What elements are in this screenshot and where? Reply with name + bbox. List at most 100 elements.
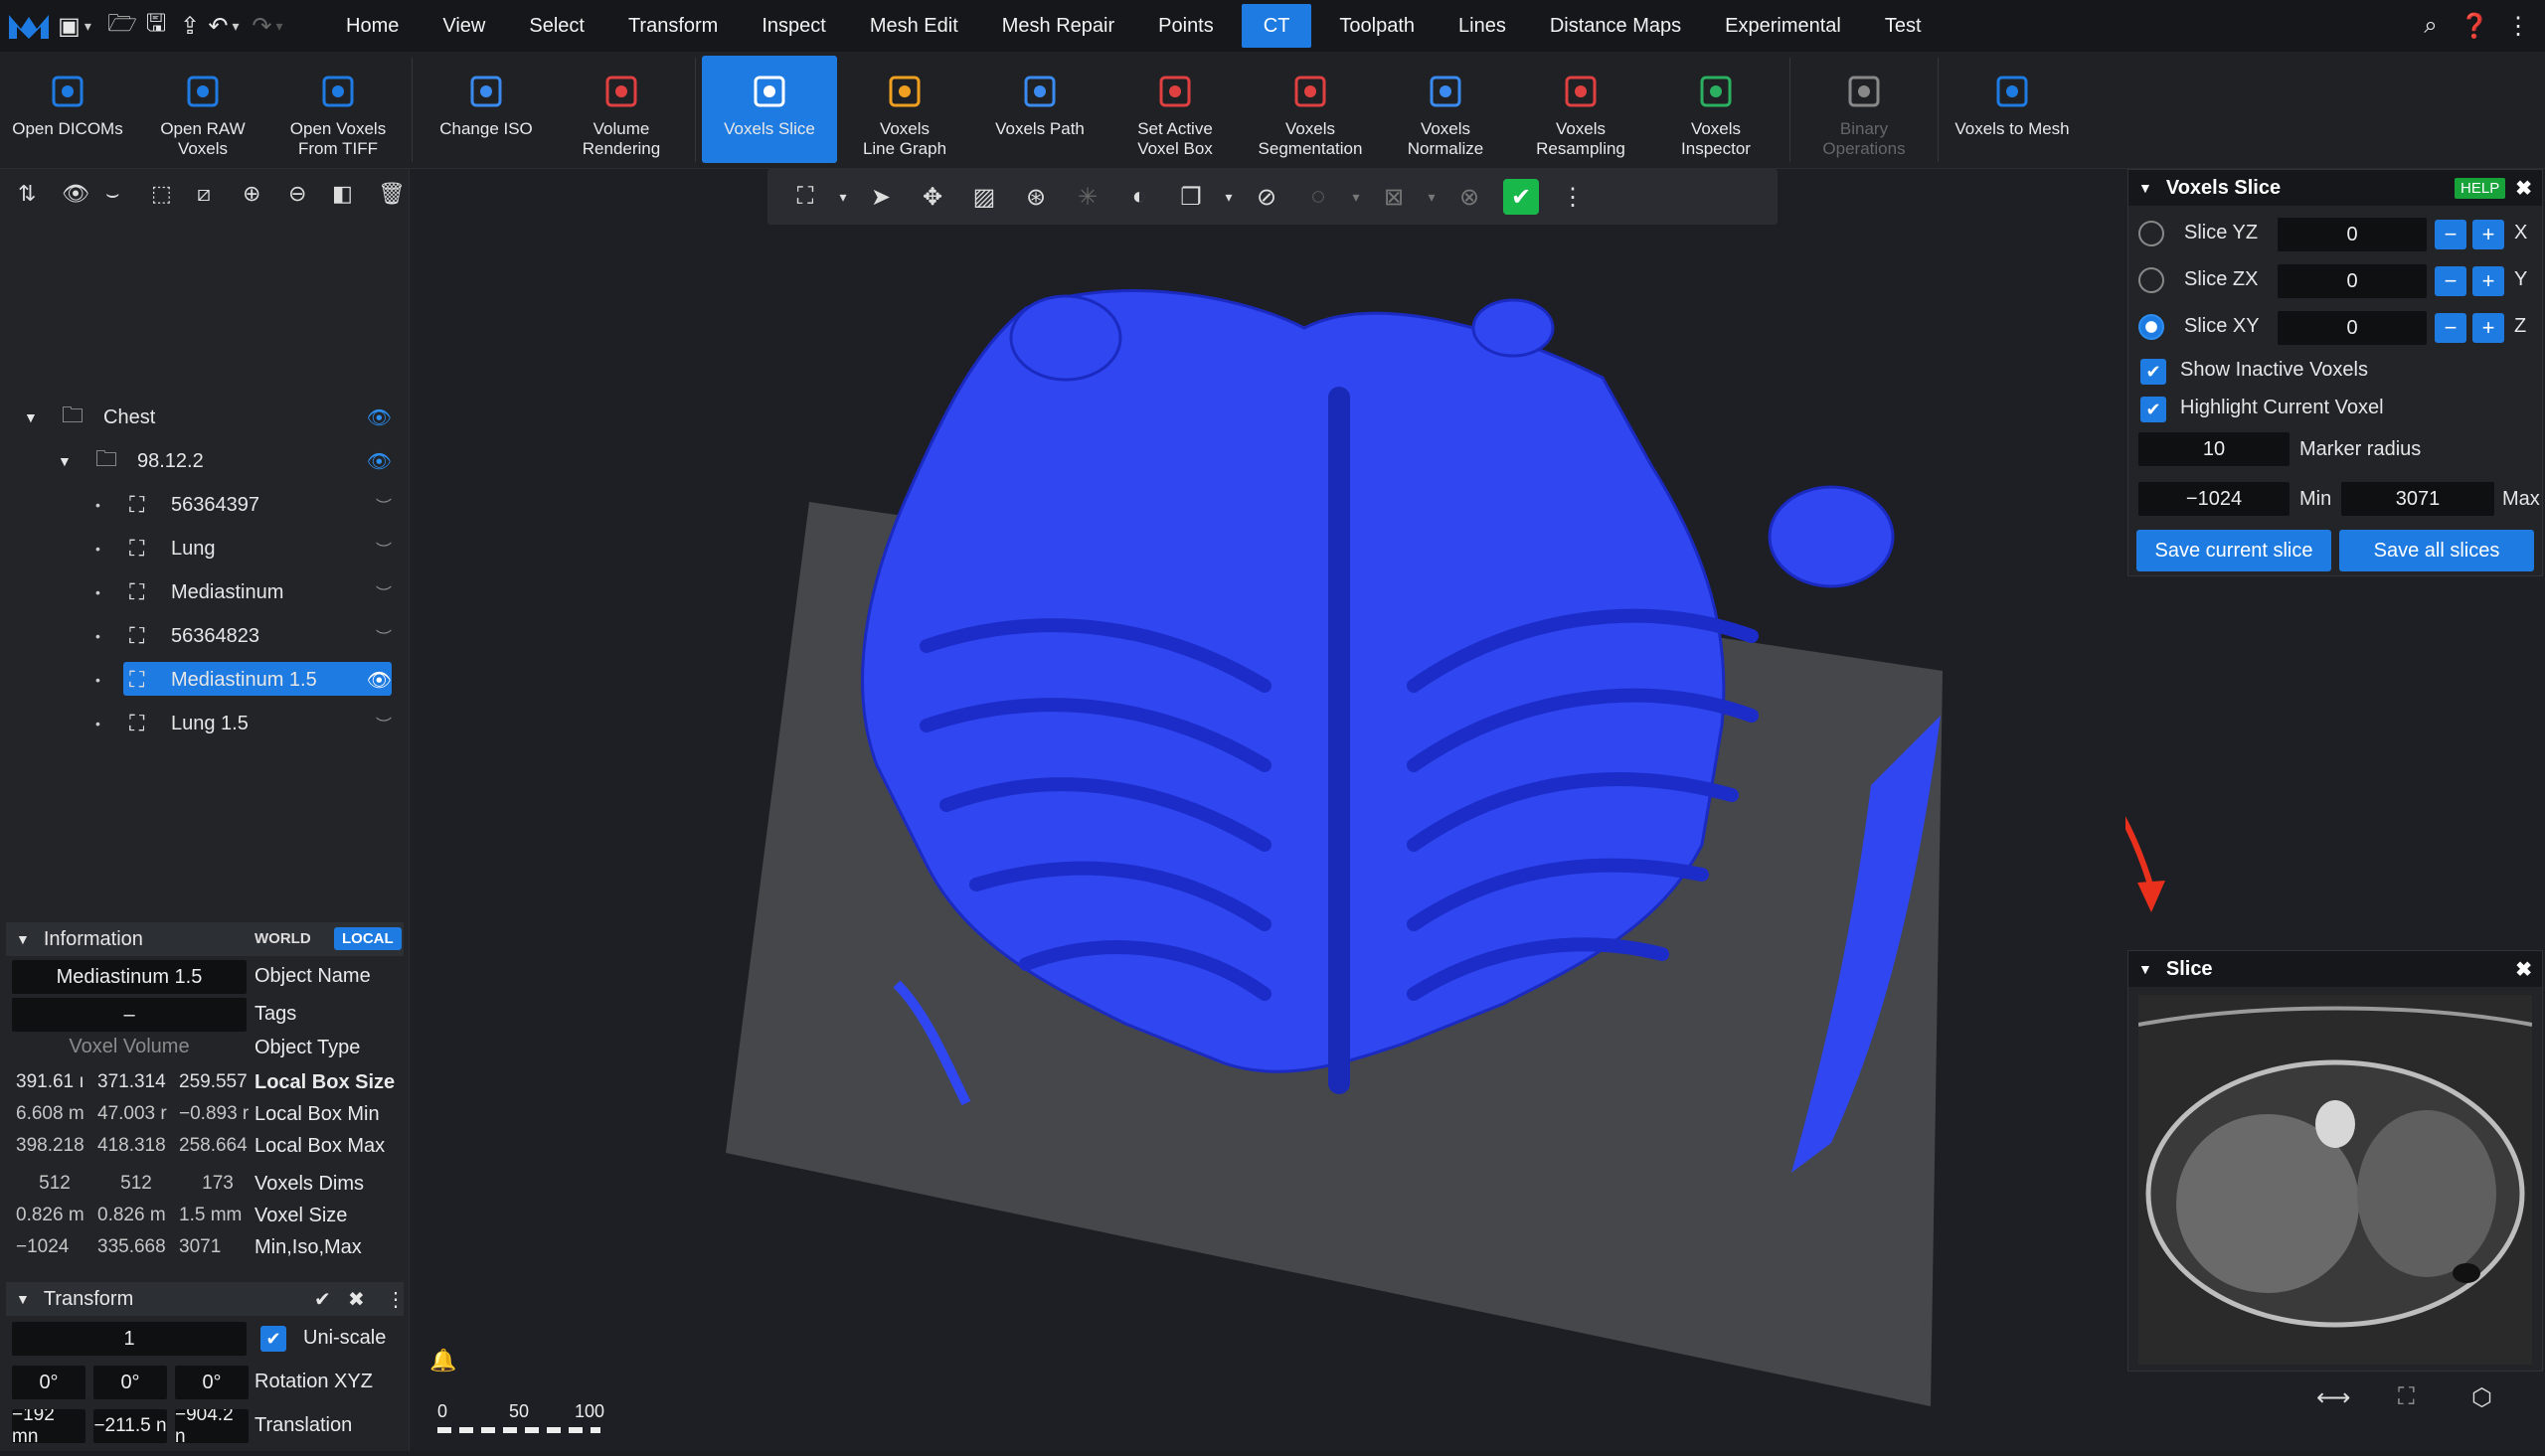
tree-item-voxels[interactable]: • ⛶ Lung 1.5 ︶ [0,704,410,743]
slice-radio[interactable] [2138,221,2164,246]
tags-field[interactable]: – [12,998,247,1032]
visibility-eye-closed-icon[interactable]: ︶ [376,712,392,735]
select-all-icon[interactable]: ⬚ [151,181,172,207]
visibility-eye-icon[interactable]: 👁 [367,405,392,430]
export-icon[interactable]: ⇪ [173,6,207,46]
visibility-eye-icon[interactable]: 👁 [367,449,392,474]
apply-check-icon[interactable]: ✔ [314,1287,331,1312]
layers-icon[interactable]: ❐ [1165,171,1217,223]
ribbon-volume-rendering-button[interactable]: Volume Rendering [554,56,689,163]
visibility-eye-closed-icon[interactable]: ︶ [376,580,392,604]
app-logo-icon[interactable] [0,0,58,52]
save-icon[interactable]: 🖫 [139,6,173,46]
show-icon[interactable]: 👁 [62,181,89,207]
local-toggle[interactable]: LOCAL [334,927,402,950]
ribbon-voxels-slice-button[interactable]: Voxels Slice [702,56,837,163]
tree-item-voxels[interactable]: • ⛶ 56364397 ︶ [0,485,410,525]
decrement-button[interactable]: − [2435,313,2466,343]
redo-icon[interactable]: ↷ ▾ [251,6,284,46]
max-field[interactable]: 3071 [2341,482,2494,516]
ribbon-change-iso-button[interactable]: Change ISO [419,56,554,163]
ribbon-resampling-button[interactable]: Voxels Resampling [1513,56,1648,163]
menu-ct[interactable]: CT [1241,4,1312,48]
increment-button[interactable]: + [2472,266,2504,296]
menu-mesh-repair[interactable]: Mesh Repair [980,0,1136,52]
fit-view-icon[interactable]: ⛶ [779,171,831,223]
tree-item-voxels[interactable]: • ⛶ 56364823 ︶ [0,616,410,656]
slice-index-field[interactable]: 0 [2278,264,2427,298]
decrement-button[interactable]: − [2435,266,2466,296]
information-header[interactable]: ▼ Information WORLD LOCAL [6,922,404,956]
menu-home[interactable]: Home [324,0,421,52]
object-name-field[interactable]: Mediastinum 1.5 [12,960,247,994]
view-cube-icon[interactable]: ⬡ [2471,1383,2492,1412]
ribbon-voxels-to-mesh-button[interactable]: Voxels to Mesh [1945,56,2080,163]
visibility-eye-closed-icon[interactable]: ︶ [376,624,392,648]
ribbon-segmentation-button[interactable]: Voxels Segmentation [1243,56,1378,163]
visibility-eye-closed-icon[interactable]: ︶ [376,493,392,517]
ribbon-inspector-button[interactable]: Voxels Inspector [1648,56,1783,163]
slice-index-field[interactable]: 0 [2278,218,2427,251]
more-menu-icon[interactable]: ⋮ [2501,6,2535,46]
filter-icon[interactable]: ⊗ [1443,171,1495,223]
min-field[interactable]: −1024 [2138,482,2290,516]
menu-inspect[interactable]: Inspect [740,0,847,52]
save-menu-icon[interactable]: ▣ ▾ [58,6,91,46]
slice-radio[interactable] [2138,314,2164,340]
select-cursor-icon[interactable]: ➤ [855,171,907,223]
move-down-icon[interactable]: ⊖ [288,181,306,207]
menu-test[interactable]: Test [1863,0,1944,52]
rotation-y-field[interactable]: 0° [93,1366,167,1399]
marker-radius-field[interactable]: 10 [2138,432,2290,466]
ribbon-binary-operations-button[interactable]: Binary Operations [1796,56,1932,163]
split-icon[interactable]: ◧ [332,181,353,207]
ribbon-open-tiff-button[interactable]: Open Voxels From TIFF [270,56,406,163]
edit-image-icon[interactable]: ▨ [958,171,1010,223]
deselect-icon[interactable]: ⧄ [197,181,211,207]
translation-y-field[interactable]: −211.5 n [93,1409,167,1443]
tree-item-voxels[interactable]: • ⛶ Lung ︶ [0,529,410,568]
tree-item-voxels[interactable]: • ⛶ Mediastinum ︶ [0,572,410,612]
sort-icon[interactable]: ⇅ [18,181,36,207]
help-icon[interactable]: ❓ [2458,6,2491,46]
close-icon[interactable]: ✖ [2515,176,2532,201]
fit-selection-icon[interactable]: ⛶ [2398,1383,2415,1411]
color-palette-icon[interactable]: ◐ [1113,171,1165,223]
slice-collapse-icon[interactable]: ▼ [2138,961,2152,977]
viewport-more-icon[interactable]: ⋮ [1547,171,1599,223]
search-icon[interactable]: ⌕ [2414,6,2448,46]
tree-item-voxels[interactable]: • ⛶ Mediastinum 1.5 👁 [0,660,410,700]
orientation-icon[interactable]: ⊛ [1010,171,1062,223]
undo-icon[interactable]: ↶ ▾ [207,6,241,46]
highlight-current-checkbox[interactable]: ✔ [2140,397,2166,422]
show-inactive-checkbox[interactable]: ✔ [2140,359,2166,385]
decrement-button[interactable]: − [2435,220,2466,249]
slice-index-field[interactable]: 0 [2278,311,2427,345]
ribbon-voxel-box-button[interactable]: Set Active Voxel Box [1107,56,1243,163]
translation-z-field[interactable]: −904.2 n [175,1409,249,1443]
menu-mesh-edit[interactable]: Mesh Edit [848,0,980,52]
menu-distance-maps[interactable]: Distance Maps [1528,0,1703,52]
tree-item-group[interactable]: ▼ 🗀 98.12.2 👁 [0,441,410,481]
lasso-dropdown-icon[interactable]: ▾ [1344,171,1368,223]
slice-header[interactable]: ▼ Slice ✖ [2128,951,2542,987]
tree-item-chest[interactable]: ▼ 🗀 Chest 👁 [0,398,410,437]
wireframe-icon[interactable]: ✳ [1062,171,1113,223]
notification-bell-icon[interactable]: 🔔 [429,1348,456,1374]
ribbon-line-graph-button[interactable]: Voxels Line Graph [837,56,972,163]
menu-select[interactable]: Select [507,0,606,52]
menu-experimental[interactable]: Experimental [1703,0,1863,52]
box-select-icon[interactable]: ⊠ [1368,171,1420,223]
collapse-icon[interactable]: ▼ [2138,180,2152,196]
save-all-slices-button[interactable]: Save all slices [2339,530,2534,571]
rotation-z-field[interactable]: 0° [175,1366,249,1399]
hide-icon[interactable]: ⌣ [105,181,119,207]
ribbon-normalize-button[interactable]: Voxels Normalize [1378,56,1513,163]
save-current-slice-button[interactable]: Save current slice [2136,530,2331,571]
increment-button[interactable]: + [2472,313,2504,343]
expand-arrow-icon[interactable]: ▼ [24,409,38,425]
fit-dropdown-icon[interactable]: ▾ [831,171,855,223]
ribbon-open-raw-voxels-button[interactable]: Open RAW Voxels [135,56,270,163]
ribbon-open-dicoms-button[interactable]: Open DICOMs [0,56,135,163]
voxels-slice-header[interactable]: ▼ Voxels Slice HELP ✖ [2128,170,2542,206]
